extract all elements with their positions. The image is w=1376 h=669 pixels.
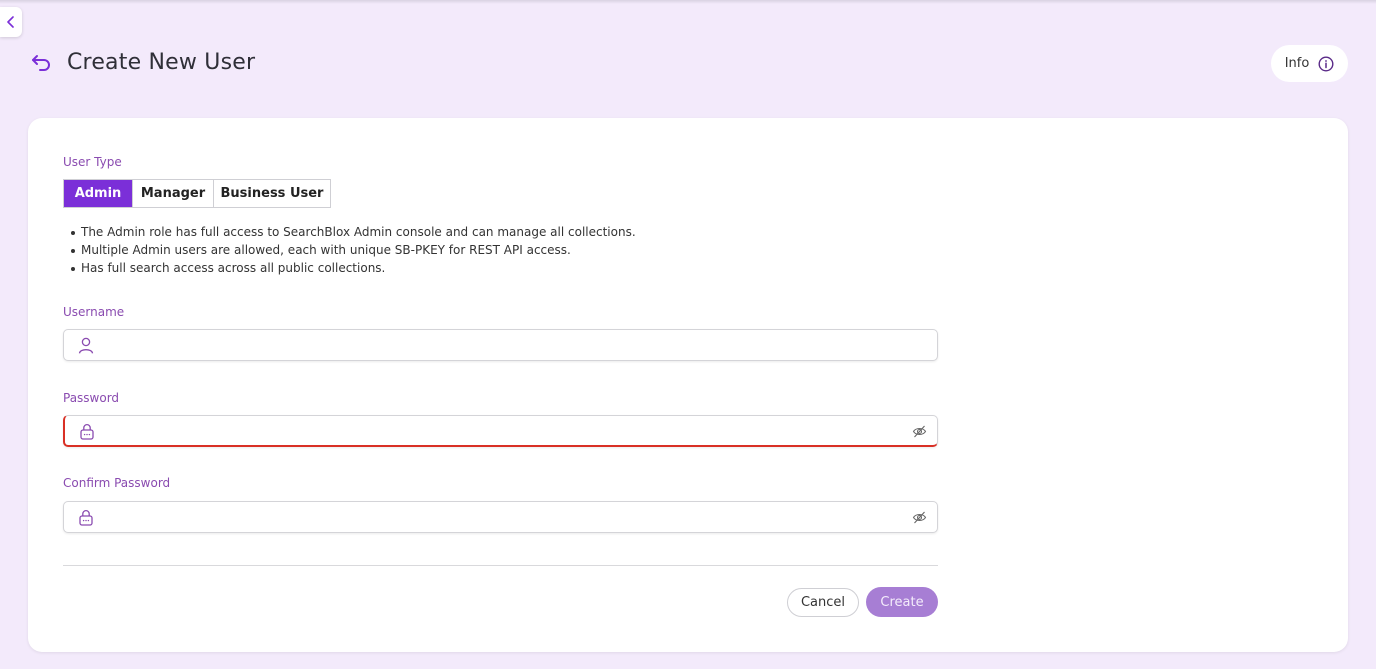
info-button[interactable]: Info <box>1271 45 1348 82</box>
password-input[interactable] <box>103 416 903 445</box>
top-shadow <box>0 0 1376 4</box>
page-title: Create New User <box>67 50 256 75</box>
user-type-business-user-button[interactable]: Business User <box>214 180 330 207</box>
info-icon <box>1318 55 1334 72</box>
chevron-left-icon <box>7 16 14 28</box>
username-label: Username <box>63 305 125 319</box>
username-input[interactable] <box>102 330 902 360</box>
confirm-password-field <box>63 501 938 533</box>
cancel-button[interactable]: Cancel <box>787 588 859 617</box>
back-arrow-icon[interactable] <box>30 52 52 74</box>
eye-slash-icon[interactable] <box>912 510 927 525</box>
create-user-form-card: User Type Admin Manager Business User Th… <box>28 118 1348 652</box>
user-type-selector: Admin Manager Business User <box>63 179 331 208</box>
divider <box>63 565 938 566</box>
user-type-admin-button[interactable]: Admin <box>64 180 133 207</box>
user-type-label: User Type <box>63 155 122 169</box>
password-label: Password <box>63 391 120 405</box>
password-field <box>63 415 938 447</box>
lock-icon <box>80 424 94 440</box>
list-item: Has full search access across all public… <box>71 259 636 277</box>
eye-slash-icon[interactable] <box>912 424 927 439</box>
confirm-password-label: Confirm Password <box>63 476 171 490</box>
lock-icon <box>79 510 93 526</box>
info-label: Info <box>1284 56 1310 71</box>
user-icon <box>78 337 94 354</box>
sidebar-expand-button[interactable] <box>0 7 22 37</box>
create-button[interactable]: Create <box>866 587 938 617</box>
username-field <box>63 329 938 361</box>
list-item: The Admin role has full access to Search… <box>71 223 636 241</box>
role-description-list: The Admin role has full access to Search… <box>71 223 636 277</box>
confirm-password-input[interactable] <box>102 502 902 532</box>
user-type-manager-button[interactable]: Manager <box>133 180 214 207</box>
list-item: Multiple Admin users are allowed, each w… <box>71 241 636 259</box>
